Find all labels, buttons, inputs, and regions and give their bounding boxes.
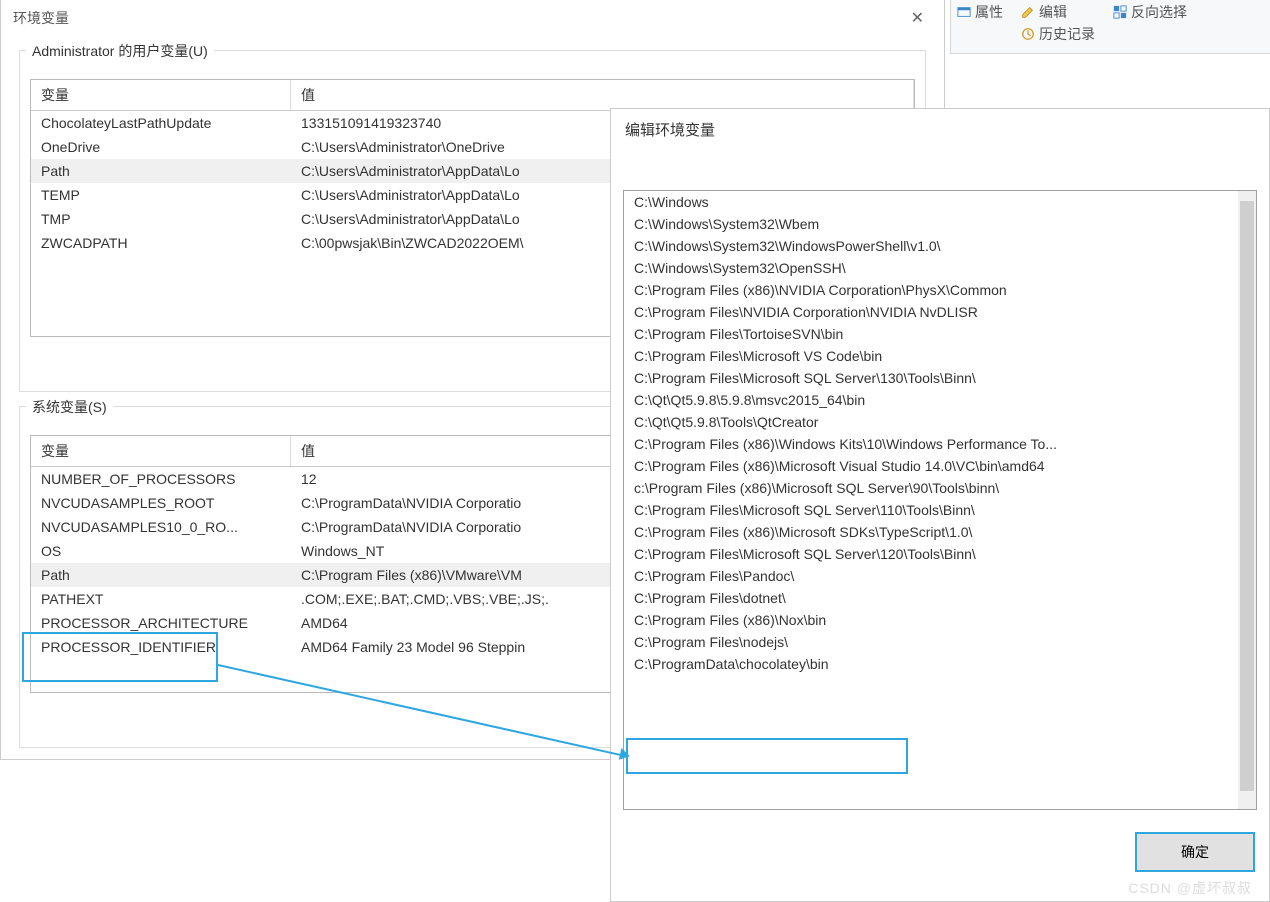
ribbon-properties[interactable]: 属性 [957, 2, 1003, 22]
ribbon-edit-label: 编辑 [1039, 2, 1067, 22]
path-item[interactable]: C:\Program Files\Microsoft SQL Server\13… [624, 367, 1238, 389]
cell-var: Path [31, 159, 291, 183]
edit-path-dialog: 编辑环境变量 C:\WindowsC:\Windows\System32\Wbe… [610, 108, 1270, 902]
path-item[interactable]: C:\Qt\Qt5.9.8\5.9.8\msvc2015_64\bin [624, 389, 1238, 411]
cell-var: NUMBER_OF_PROCESSORS [31, 467, 291, 491]
cell-var: ZWCADPATH [31, 231, 291, 255]
path-item[interactable]: C:\Windows\System32\OpenSSH\ [624, 257, 1238, 279]
watermark: CSDN @虚坏叔叔 [1128, 878, 1252, 898]
close-icon[interactable]: ✕ [903, 6, 932, 30]
path-item[interactable]: C:\Program Files (x86)\Microsoft Visual … [624, 455, 1238, 477]
path-item[interactable]: C:\Program Files\dotnet\ [624, 587, 1238, 609]
col-header-val[interactable]: 值 [291, 80, 914, 110]
path-item[interactable]: C:\Program Files\Pandoc\ [624, 565, 1238, 587]
ribbon-reverse-select[interactable]: 反向选择 [1113, 2, 1187, 22]
ribbon-history-label: 历史记录 [1039, 24, 1095, 44]
path-item[interactable]: C:\Program Files (x86)\Microsoft SDKs\Ty… [624, 521, 1238, 543]
path-item[interactable]: C:\Qt\Qt5.9.8\Tools\QtCreator [624, 411, 1238, 433]
cell-var: NVCUDASAMPLES_ROOT [31, 491, 291, 515]
cell-var: PATHEXT [31, 587, 291, 611]
edit-dialog-title: 编辑环境变量 [611, 109, 1269, 150]
select-icon [1113, 5, 1127, 19]
ok-button[interactable]: 确定 [1135, 832, 1255, 872]
sys-section-label: 系统变量(S) [26, 397, 113, 417]
path-item[interactable]: C:\Program Files\Microsoft SQL Server\11… [624, 499, 1238, 521]
path-item[interactable]: C:\Program Files\nodejs\ [624, 631, 1238, 653]
cell-var: Path [31, 563, 291, 587]
cell-var: OneDrive [31, 135, 291, 159]
path-item[interactable]: C:\Windows\System32\Wbem [624, 213, 1238, 235]
path-item[interactable]: C:\Windows [624, 191, 1238, 213]
properties-icon [957, 5, 971, 19]
path-item[interactable]: C:\Program Files (x86)\Nox\bin [624, 609, 1238, 631]
table-header: 变量 值 [31, 80, 914, 111]
path-item[interactable]: C:\Windows\System32\WindowsPowerShell\v1… [624, 235, 1238, 257]
ribbon-edit[interactable]: 编辑 [1021, 2, 1095, 22]
path-item[interactable]: C:\Program Files (x86)\NVIDIA Corporatio… [624, 279, 1238, 301]
dialog-title: 环境变量 [13, 8, 69, 28]
ribbon-history[interactable]: 历史记录 [1021, 24, 1095, 44]
user-section-label: Administrator 的用户变量(U) [26, 41, 214, 61]
path-item[interactable]: C:\Program Files (x86)\Windows Kits\10\W… [624, 433, 1238, 455]
path-item[interactable]: C:\Program Files\NVIDIA Corporation\NVID… [624, 301, 1238, 323]
path-item[interactable]: C:\Program Files\Microsoft SQL Server\12… [624, 543, 1238, 565]
scrollbar-thumb[interactable] [1240, 201, 1254, 791]
col-header-var[interactable]: 变量 [31, 436, 291, 466]
history-icon [1021, 27, 1035, 41]
ribbon-fragment: 属性 编辑 历史记录 反向选择 [950, 0, 1270, 54]
col-header-var[interactable]: 变量 [31, 80, 291, 110]
cell-var: TMP [31, 207, 291, 231]
path-listbox[interactable]: C:\WindowsC:\Windows\System32\WbemC:\Win… [623, 190, 1257, 810]
cell-var: TEMP [31, 183, 291, 207]
cell-var: PROCESSOR_IDENTIFIER [31, 635, 291, 659]
cell-var: PROCESSOR_ARCHITECTURE [31, 611, 291, 635]
scrollbar-track[interactable] [1238, 191, 1256, 809]
ribbon-properties-label: 属性 [975, 2, 1003, 22]
cell-var: NVCUDASAMPLES10_0_RO... [31, 515, 291, 539]
ribbon-reverse-select-label: 反向选择 [1131, 2, 1187, 22]
path-item[interactable]: c:\Program Files (x86)\Microsoft SQL Ser… [624, 477, 1238, 499]
path-item[interactable]: C:\ProgramData\chocolatey\bin [624, 653, 1238, 675]
path-item[interactable]: C:\Program Files\Microsoft VS Code\bin [624, 345, 1238, 367]
cell-var: OS [31, 539, 291, 563]
dialog-title-bar: 环境变量 ✕ [1, 0, 944, 36]
edit-icon [1021, 5, 1035, 19]
path-item[interactable]: C:\Program Files\TortoiseSVN\bin [624, 323, 1238, 345]
cell-var: ChocolateyLastPathUpdate [31, 111, 291, 135]
